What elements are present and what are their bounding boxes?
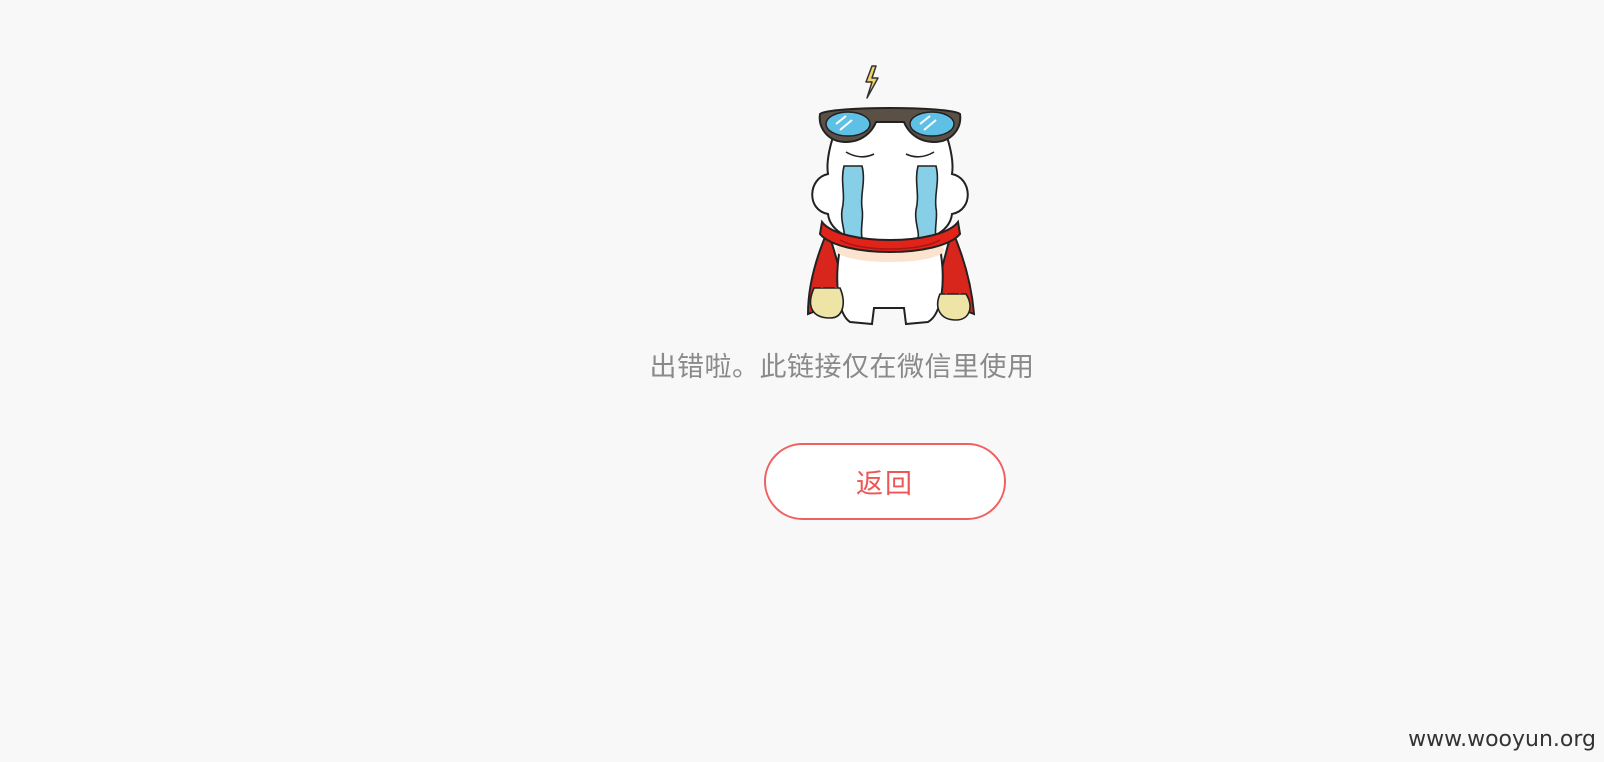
back-button-label: 返回	[856, 469, 914, 500]
watermark: www.wooyun.org	[1408, 727, 1596, 752]
error-page: 出错啦。此链接仅在微信里使用 返回 www.wooyun.org	[0, 0, 1604, 762]
error-message: 出错啦。此链接仅在微信里使用	[649, 352, 1035, 383]
back-button[interactable]: 返回	[764, 443, 1006, 520]
crying-mascot-icon	[806, 65, 976, 326]
